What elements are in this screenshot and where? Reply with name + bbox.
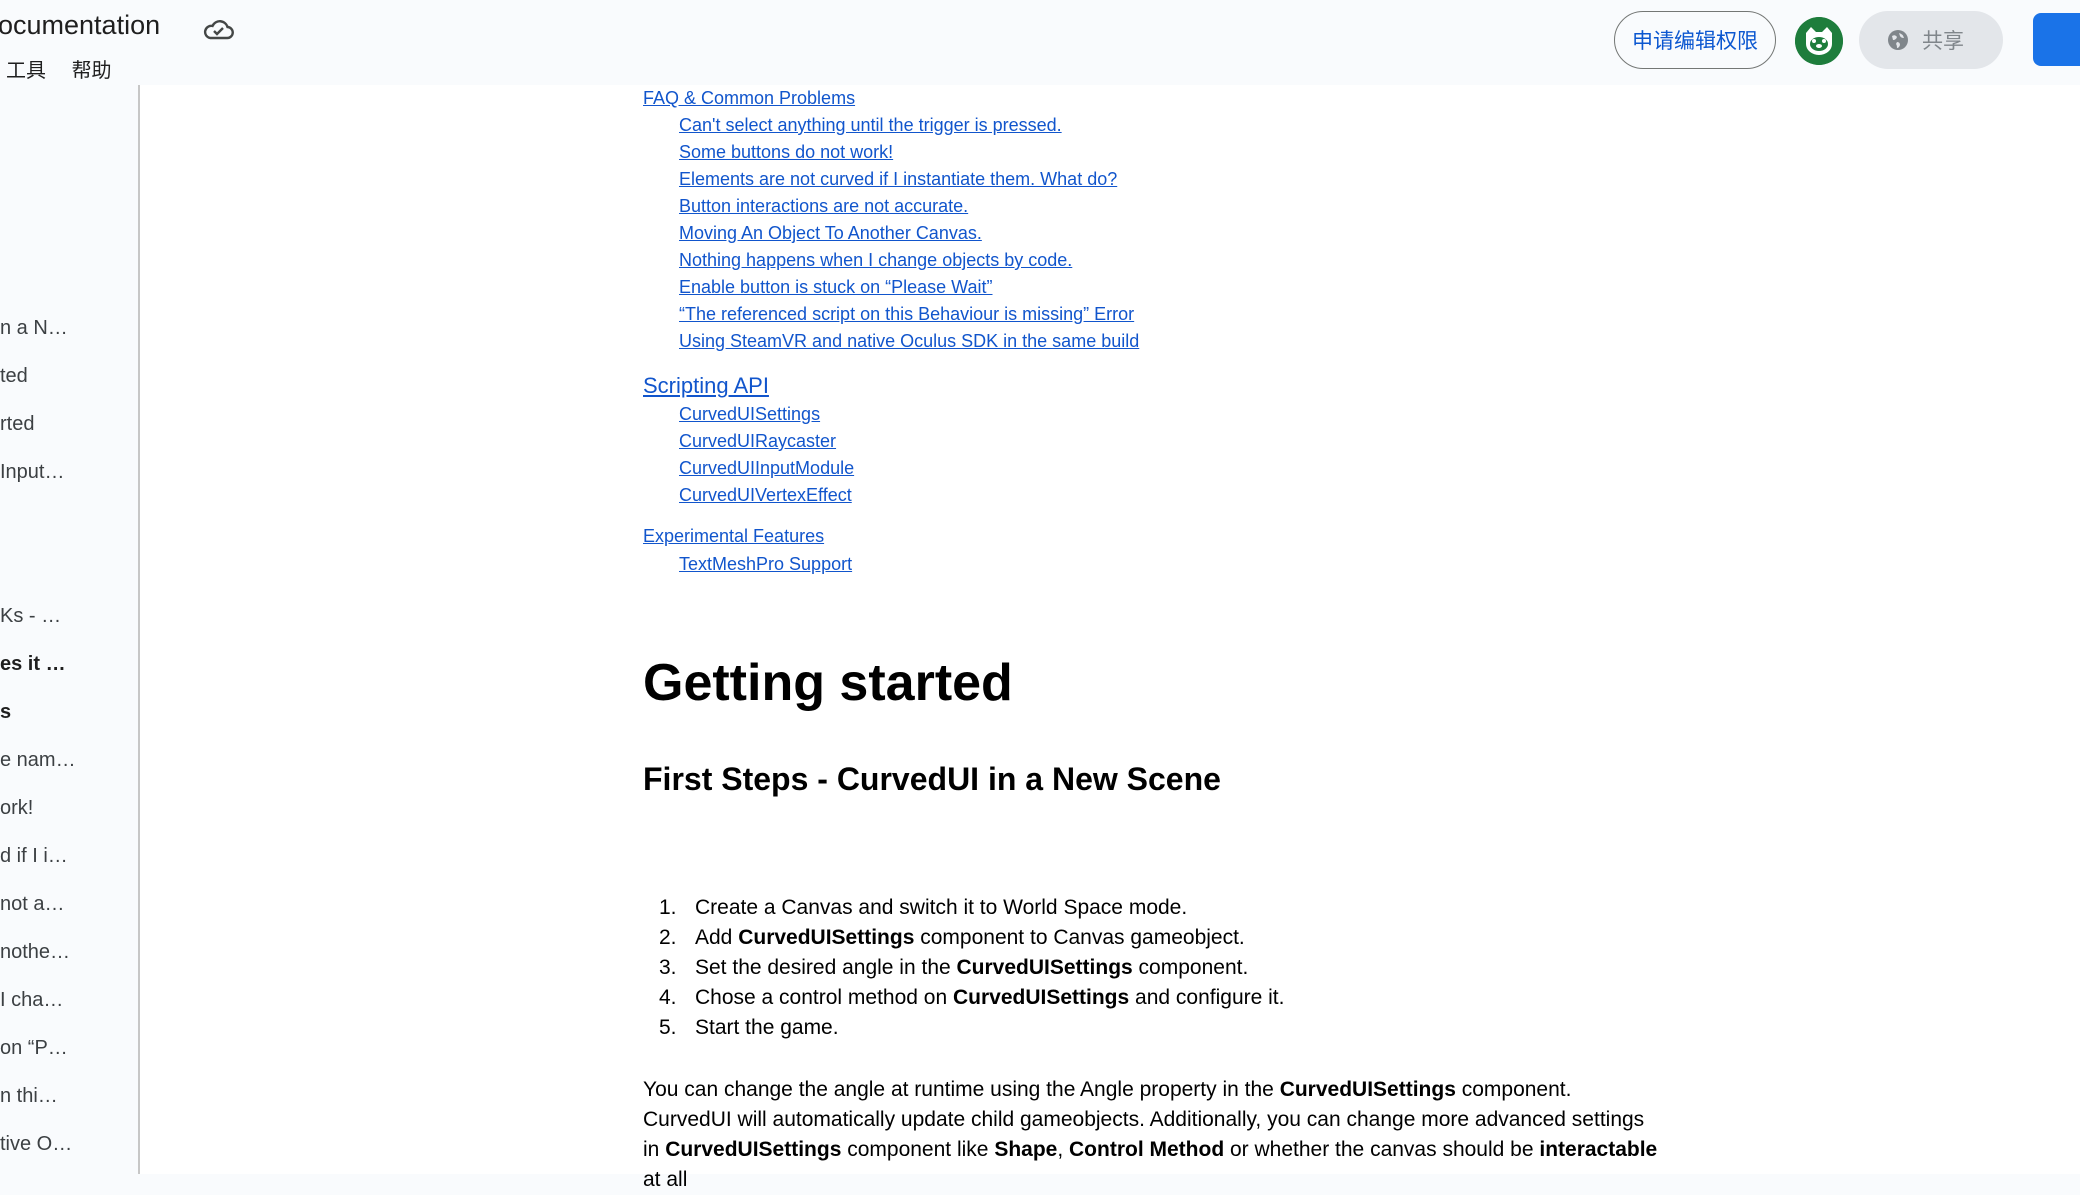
text-run: component like [841,1138,995,1161]
bold-text: Control Method [1069,1138,1225,1161]
toc-link[interactable]: Some buttons do not work! [679,142,893,163]
outline-item[interactable]: ted [0,365,130,388]
toc-link[interactable]: Moving An Object To Another Canvas. [679,223,982,244]
step-number: 5. [659,1016,677,1039]
toc-link-scripting-api[interactable]: Scripting API [643,373,769,399]
outline-item[interactable]: on “P… [0,1037,130,1060]
toc-link[interactable]: Using SteamVR and native Oculus SDK in t… [679,331,1139,352]
bold-text: CurvedUISettings [738,926,915,949]
outline-item[interactable]: e nam… [0,749,130,772]
request-edit-access-button[interactable]: 申请编辑权限 [1614,11,1776,69]
menu-bar: 工具 帮助 [6,54,132,83]
outline-item[interactable]: s [0,701,130,724]
toc-link[interactable]: CurvedUIInputModule [679,458,854,479]
text-run: Start the game. [695,1016,839,1039]
text-run: Create a Canvas and switch it to World S… [695,896,1188,919]
toc-link[interactable]: TextMeshPro Support [679,554,852,575]
menu-tools[interactable]: 工具 [6,60,46,82]
text-run: , [1057,1138,1070,1161]
text-run: Add [695,926,739,949]
heading-getting-started: Getting started [643,654,1013,712]
step-item: 4. Chose a control method on CurvedUISett… [643,983,1284,1013]
steps-list: 1. Create a Canvas and switch it to World… [643,893,1284,1043]
toc-link[interactable]: “The referenced script on this Behaviour… [679,304,1134,325]
bold-text: Shape [994,1138,1058,1161]
heading-first-steps: First Steps - CurvedUI in a New Scene [643,761,1221,797]
text-run: Set the desired angle in the [695,956,957,979]
toc-link[interactable]: Button interactions are not accurate. [679,196,968,217]
toc-link[interactable]: Enable button is stuck on “Please Wait” [679,277,993,298]
document-outline: n a N… ted rted Input… Ks - … es it … s … [0,85,140,1174]
outline-item[interactable]: es it … [0,653,130,676]
text-run: component. [1132,956,1249,979]
step-item: 1. Create a Canvas and switch it to World… [643,893,1284,923]
text-run: or whether the canvas should be [1224,1138,1540,1161]
bold-text: interactable [1539,1138,1658,1161]
primary-action-button[interactable] [2033,13,2080,66]
text-run: You can change the angle at runtime usin… [643,1078,1280,1101]
text-run: component to Canvas gameobject. [914,926,1245,949]
toc-link[interactable]: CurvedUISettings [679,404,820,425]
text-run: Chose a control method on [695,986,953,1009]
text-run: and configure it. [1129,986,1285,1009]
toc-link[interactable]: Can't select anything until the trigger … [679,115,1062,136]
toc-link[interactable]: CurvedUIRaycaster [679,431,836,452]
outline-item[interactable]: d if I i… [0,845,130,868]
bold-text: CurvedUISettings [1279,1078,1456,1101]
outline-item[interactable]: nothe… [0,941,130,964]
bold-text: CurvedUISettings [956,956,1133,979]
outline-item[interactable]: I cha… [0,989,130,1012]
toc-link-experimental[interactable]: Experimental Features [643,526,824,547]
outline-item[interactable]: Ks - … [0,605,130,628]
step-item: 5. Start the game. [643,1013,1284,1043]
outline-item[interactable]: n thi… [0,1085,130,1108]
globe-icon [1888,30,1908,50]
text-run: at all [643,1168,688,1191]
step-item: 2. Add CurvedUISettings component to Canv… [643,923,1284,953]
outline-item[interactable]: Input… [0,461,130,484]
body-paragraph: You can change the angle at runtime usin… [643,1075,1663,1195]
bold-text: CurvedUISettings [953,986,1130,1009]
share-label: 共享 [1922,29,1964,53]
step-number: 2. [659,926,677,949]
toc-link-faq[interactable]: FAQ & Common Problems [643,88,855,109]
step-number: 3. [659,956,677,979]
menu-help[interactable]: 帮助 [72,60,112,82]
bold-text: CurvedUISettings [665,1138,842,1161]
top-bar: ocumentation 工具 帮助 申请编辑权限 共享 [0,0,2080,85]
outline-item[interactable]: not a… [0,893,130,916]
cloud-icon[interactable] [202,16,234,44]
outline-item[interactable]: n a N… [0,317,130,340]
outline-item[interactable]: tive O… [0,1133,130,1156]
share-button[interactable]: 共享 [1859,11,2003,69]
avatar-icon[interactable] [1795,17,1843,65]
document-title[interactable]: ocumentation [0,10,160,41]
toc-link[interactable]: Nothing happens when I change objects by… [679,250,1072,271]
outline-item[interactable]: ork! [0,797,130,820]
toc-link[interactable]: CurvedUIVertexEffect [679,485,852,506]
step-item: 3. Set the desired angle in the CurvedUIS… [643,953,1284,983]
outline-item[interactable]: rted [0,413,130,436]
toc-link[interactable]: Elements are not curved if I instantiate… [679,169,1117,190]
step-number: 4. [659,986,677,1009]
document-page: FAQ & Common Problems Can't select anyth… [140,85,2080,1191]
step-number: 1. [659,896,677,919]
